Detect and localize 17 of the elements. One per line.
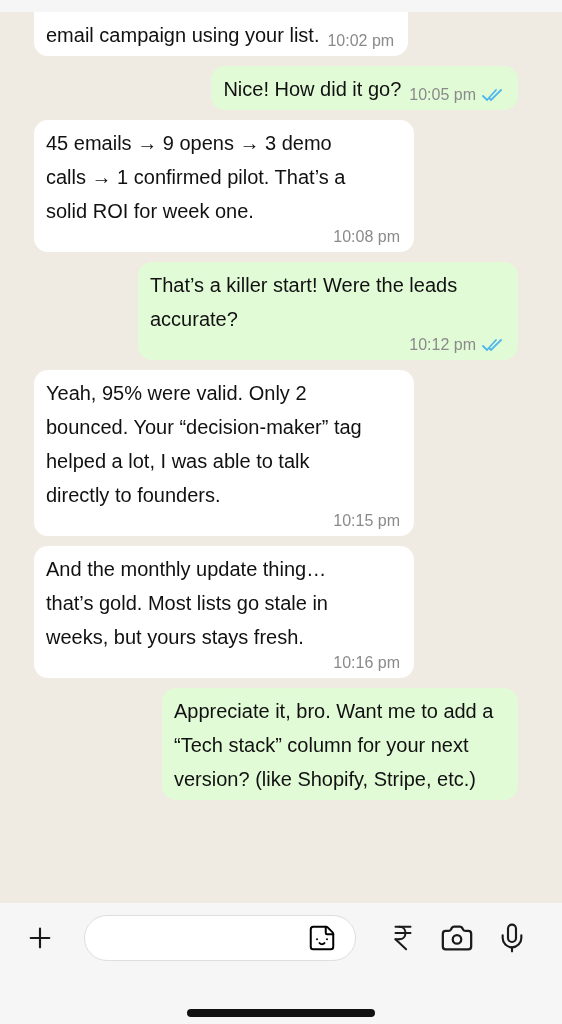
message-time: 10:15 pm	[333, 511, 400, 531]
message-input-field[interactable]	[84, 915, 356, 961]
double-check-icon	[482, 338, 504, 352]
message-text: Yeah, 95% were valid. Only 2 bounced. Your “decision-maker” tag helped a lot, I was able to talk directly to founders.	[46, 381, 363, 508]
message-time: 10:08 pm	[333, 227, 400, 247]
message-time: 10:12 pm	[409, 335, 476, 355]
sticker-icon[interactable]	[307, 923, 337, 953]
message-text: That’s a killer start! Were the leads accurate?	[150, 273, 459, 332]
message-time: 10:05 pm	[409, 85, 476, 105]
message-text: 45 emails → 9 opens → 3 demo calls → 1 confirmed pilot. That’s a solid ROI for week one.	[46, 131, 347, 224]
message-time: 10:02 pm	[327, 31, 395, 51]
message-text: Nice! How did it go?	[223, 77, 402, 102]
message-time: 10:16 pm	[333, 653, 400, 673]
message-text: email campaign using your list.	[46, 23, 320, 48]
double-check-icon	[482, 88, 504, 102]
message-text: Appreciate it, bro. Want me to add a “Tech stack” column for your next version? (like Shopify, Stripe, etc.)	[174, 699, 495, 792]
message-text: And the monthly update thing… that’s gold. Most lists go stale in weeks, but yours stays fresh.	[46, 557, 329, 650]
